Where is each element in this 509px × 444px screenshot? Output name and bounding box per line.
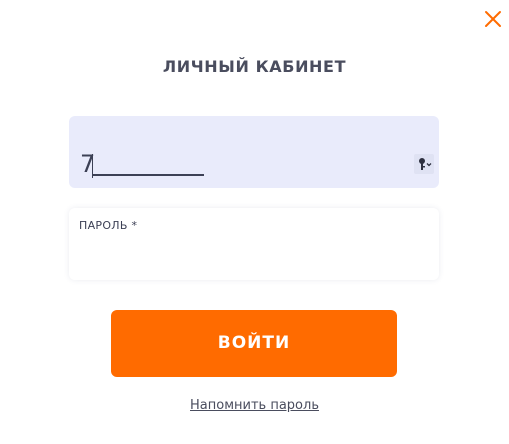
- modal-title: ЛИЧНЫЙ КАБИНЕТ: [162, 57, 347, 76]
- key-icon: [419, 158, 432, 170]
- close-button[interactable]: [483, 9, 503, 29]
- autofill-key-button[interactable]: [414, 154, 434, 174]
- login-button[interactable]: ВОЙТИ: [111, 310, 397, 377]
- remind-password-link[interactable]: Напомнить пароль: [0, 398, 509, 413]
- phone-input[interactable]: 7: [69, 116, 439, 188]
- phone-mask-placeholder: [92, 174, 204, 176]
- close-icon: [485, 11, 501, 27]
- password-label: ПАРОЛЬ *: [79, 219, 138, 232]
- password-input[interactable]: ПАРОЛЬ *: [69, 208, 439, 280]
- login-modal: ЛИЧНЫЙ КАБИНЕТ 7 ПАРОЛЬ * ВОЙТИ Напомнит…: [0, 0, 509, 444]
